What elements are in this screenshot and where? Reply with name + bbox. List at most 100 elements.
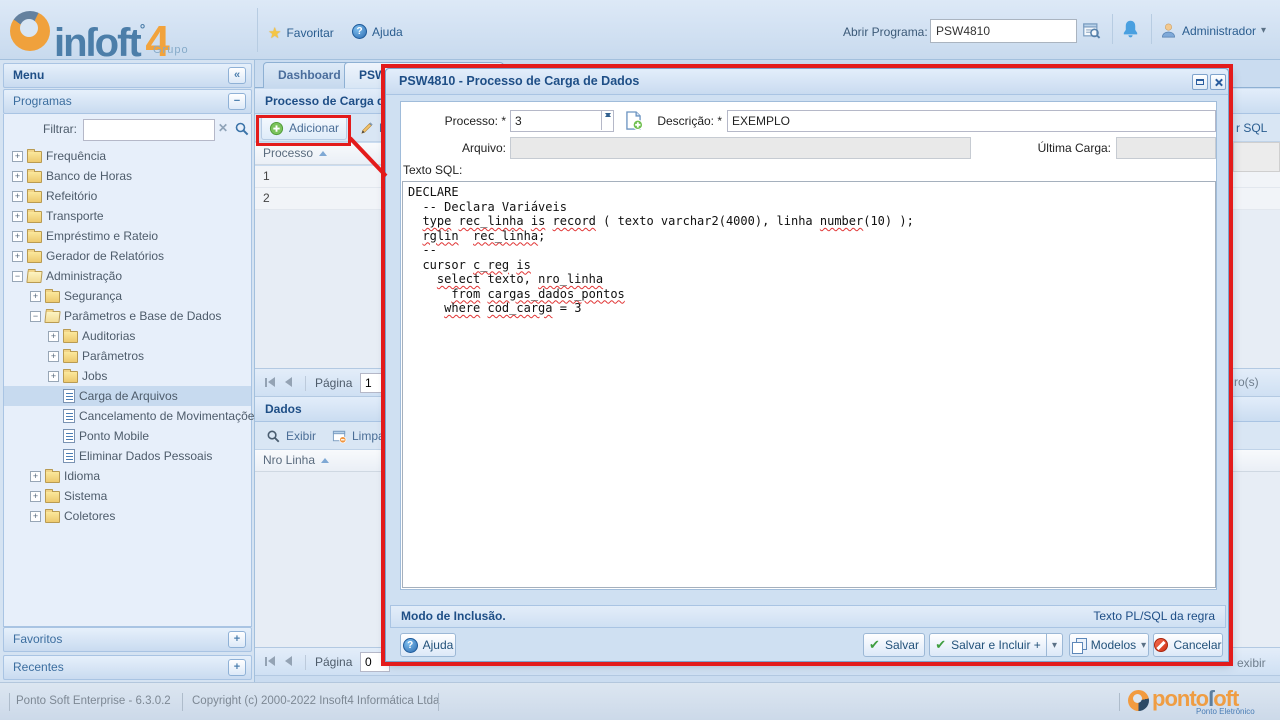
programas-panel-header[interactable]: Programas − [3, 89, 252, 114]
salvar-button[interactable]: ✔ Salvar [863, 633, 925, 657]
expand-section-icon[interactable]: + [228, 631, 246, 648]
processo-input[interactable] [510, 110, 614, 132]
expand-plus-icon[interactable]: + [12, 151, 23, 162]
modal-button-bar: Ajuda ✔ Salvar ✔ Salvar e Incluir + ▾ Mo… [386, 633, 1228, 657]
modal-title: PSW4810 - Processo de Carga de Dados [399, 74, 639, 88]
filter-search-icon[interactable] [234, 121, 250, 137]
exibir-button[interactable]: Exibir [259, 424, 323, 448]
tree-item-administra-o[interactable]: −Administração [4, 266, 251, 286]
chevron-down-icon: ▾ [1141, 640, 1146, 651]
modelos-button[interactable]: Modelos ▾ [1069, 633, 1149, 657]
first-page-icon[interactable] [265, 656, 275, 666]
collapse-section-icon[interactable]: − [228, 93, 246, 110]
chevron-down-icon: ▾ [1261, 25, 1266, 36]
close-icon[interactable] [1210, 74, 1226, 90]
tree-item-frequ-ncia[interactable]: +Frequência [4, 146, 251, 166]
tree-item-banco-de-horas[interactable]: +Banco de Horas [4, 166, 251, 186]
expand-section-icon[interactable]: + [228, 659, 246, 676]
filter-clear-icon[interactable]: ✕ [218, 121, 228, 135]
expand-plus-icon[interactable]: + [48, 371, 59, 382]
favoritos-panel-header[interactable]: Favoritos + [3, 627, 252, 652]
tree-item-label: Refeitório [46, 189, 97, 203]
ajuda-label: Ajuda [372, 25, 403, 39]
salvar-e-incluir-button[interactable]: ✔ Salvar e Incluir + [929, 633, 1047, 657]
sql-toolbar-fragment[interactable]: r SQL [1236, 121, 1267, 135]
user-icon [1160, 22, 1177, 39]
first-page-icon[interactable] [265, 377, 275, 387]
doc-icon [63, 389, 75, 403]
header-divider [1151, 14, 1152, 44]
tree-item-seguran-a[interactable]: +Segurança [4, 286, 251, 306]
expand-plus-icon[interactable]: + [30, 291, 41, 302]
tree-item-idioma[interactable]: +Idioma [4, 466, 251, 486]
header-divider [257, 8, 258, 52]
tree-item-par-metros-e-base-de-dados[interactable]: −Parâmetros e Base de Dados [4, 306, 251, 326]
tree-item-coletores[interactable]: +Coletores [4, 506, 251, 526]
tree-item-auditorias[interactable]: +Auditorias [4, 326, 251, 346]
footer-divider [438, 693, 439, 711]
folder-icon [27, 191, 42, 203]
texto-sql-editor[interactable]: DECLARE -- Declara Variáveis type rec_li… [402, 181, 1216, 588]
tree-item-label: Jobs [82, 369, 107, 383]
footer-divider [9, 693, 10, 711]
tree-item-label: Parâmetros [82, 349, 144, 363]
expand-plus-icon[interactable]: + [48, 331, 59, 342]
expand-plus-icon[interactable]: + [12, 191, 23, 202]
exibir-label: Exibir [286, 429, 316, 443]
expand-plus-icon[interactable]: + [12, 251, 23, 262]
folder-icon [27, 151, 42, 163]
tree-item-refeit-rio[interactable]: + Refeitório [4, 186, 251, 206]
tree-item-label: Ponto Mobile [79, 429, 149, 443]
expand-plus-icon[interactable]: + [48, 351, 59, 362]
modal-ajuda-button[interactable]: Ajuda [400, 633, 456, 657]
expand-plus-icon[interactable]: + [30, 491, 41, 502]
prev-page-icon[interactable] [285, 377, 292, 387]
tree-item-sistema[interactable]: +Sistema [4, 486, 251, 506]
cancelar-button[interactable]: Cancelar [1153, 633, 1223, 657]
pager-divider [305, 376, 306, 391]
tree-item-label: Carga de Arquivos [79, 389, 178, 403]
tree-item-carga-de-arquivos[interactable]: Carga de Arquivos [4, 386, 251, 406]
ajuda-button[interactable]: Ajuda [352, 24, 403, 39]
tree-item-ponto-mobile[interactable]: Ponto Mobile [4, 426, 251, 446]
descricao-input[interactable] [727, 110, 1216, 132]
notifications-bell-icon[interactable] [1120, 19, 1141, 40]
abrir-programa-label: Abrir Programa: [843, 25, 928, 39]
user-menu[interactable]: Administrador ▾ [1160, 22, 1266, 39]
collapse-minus-icon[interactable]: − [30, 311, 41, 322]
collapse-minus-icon[interactable]: − [12, 271, 23, 282]
tree-item-transporte[interactable]: +Transporte [4, 206, 251, 226]
open-program-icon[interactable] [1082, 21, 1101, 40]
tree-item-cancelamento-de-movimenta-es[interactable]: Cancelamento de Movimentações [4, 406, 251, 426]
recentes-panel-header[interactable]: Recentes + [3, 655, 252, 680]
collapse-sidebar-icon[interactable]: « [228, 67, 246, 84]
expand-plus-icon[interactable]: + [12, 231, 23, 242]
tree-item-jobs[interactable]: + Jobs [4, 366, 251, 386]
folder-icon [27, 211, 42, 223]
salvar-e-incluir-dropdown[interactable]: ▾ [1047, 633, 1063, 657]
expand-plus-icon[interactable]: + [12, 171, 23, 182]
expand-plus-icon[interactable]: + [30, 511, 41, 522]
tree-item-par-metros[interactable]: + Parâmetros [4, 346, 251, 366]
dados-panel-title: Dados [265, 402, 302, 416]
maximize-icon[interactable] [1192, 74, 1208, 90]
limpar-label: Limpar [352, 429, 389, 443]
status-context: Texto PL/SQL da regra [1093, 606, 1215, 627]
filter-row: Filtrar: ✕ [4, 118, 251, 142]
expand-plus-icon[interactable]: + [30, 471, 41, 482]
tab-dashboard[interactable]: Dashboard [263, 62, 356, 88]
filter-input[interactable] [83, 119, 215, 141]
favoritar-button[interactable]: ★ Favoritar [268, 24, 334, 42]
expand-plus-icon[interactable]: + [12, 211, 23, 222]
adicionar-button[interactable]: Adicionar [261, 116, 347, 140]
modal-title-bar[interactable]: PSW4810 - Processo de Carga de Dados [386, 69, 1228, 95]
prev-page-icon[interactable] [285, 656, 292, 666]
abrir-programa-input[interactable] [930, 19, 1077, 43]
tree-item-gerador-de-relat-rios[interactable]: +Gerador de Relatórios [4, 246, 251, 266]
folder-icon [27, 251, 42, 263]
help-icon [403, 638, 418, 653]
tree-item-empr-stimo-e-rateio[interactable]: +Empréstimo e Rateio [4, 226, 251, 246]
registros-count-fragment: ro(s) [1234, 375, 1259, 389]
add-icon [269, 121, 284, 136]
tree-item-eliminar-dados-pessoais[interactable]: Eliminar Dados Pessoais [4, 446, 251, 466]
